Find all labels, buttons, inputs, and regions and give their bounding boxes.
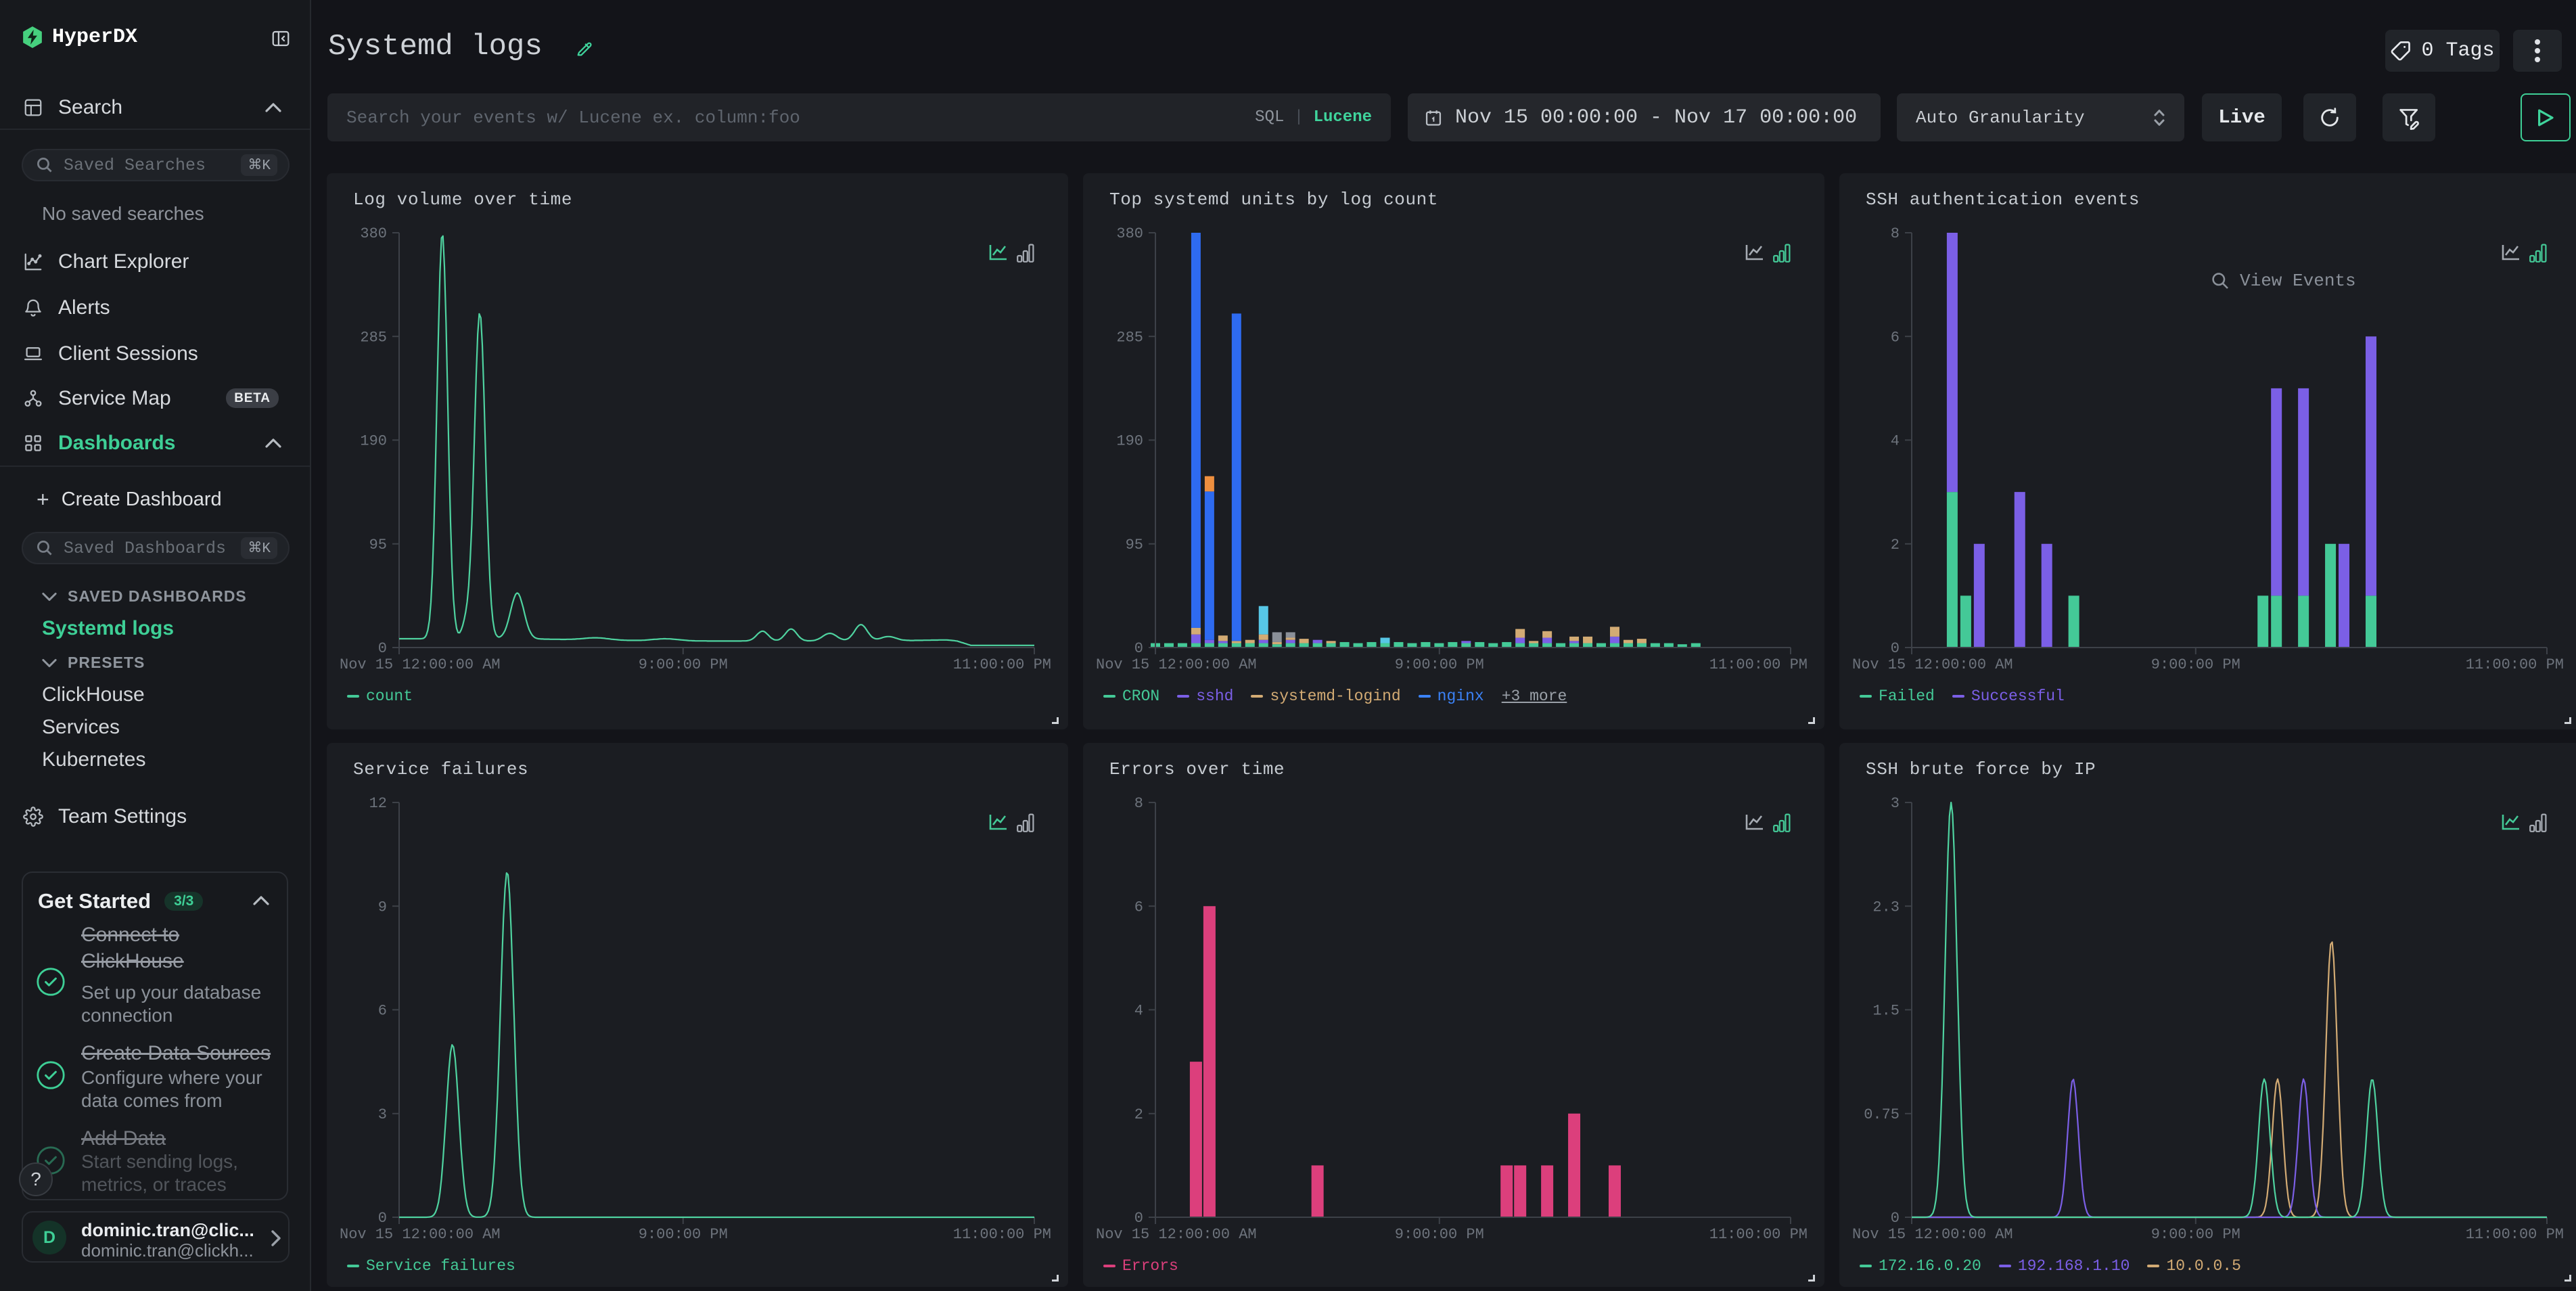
svg-text:285: 285 (1116, 329, 1143, 346)
svg-text:2: 2 (1134, 1106, 1143, 1123)
svg-text:9: 9 (378, 899, 387, 915)
svg-text:12: 12 (369, 795, 387, 812)
svg-text:Nov 15 12:00:00 AM: Nov 15 12:00:00 AM (340, 1226, 501, 1243)
svg-text:8: 8 (1134, 795, 1143, 812)
svg-text:11:00:00 PM: 11:00:00 PM (953, 656, 1051, 673)
svg-text:9:00:00 PM: 9:00:00 PM (1395, 656, 1484, 673)
svg-text:6: 6 (1891, 329, 1900, 346)
svg-text:0: 0 (1134, 1210, 1143, 1227)
svg-text:380: 380 (1116, 225, 1143, 242)
svg-text:0: 0 (1891, 640, 1900, 657)
svg-text:11:00:00 PM: 11:00:00 PM (2466, 656, 2564, 673)
svg-text:9:00:00 PM: 9:00:00 PM (1395, 1226, 1484, 1243)
svg-text:3: 3 (378, 1106, 387, 1123)
svg-text:11:00:00 PM: 11:00:00 PM (2466, 1226, 2564, 1243)
svg-text:9:00:00 PM: 9:00:00 PM (639, 1226, 728, 1243)
svg-text:0: 0 (378, 640, 387, 657)
svg-text:Nov 15 12:00:00 AM: Nov 15 12:00:00 AM (340, 656, 501, 673)
svg-text:9:00:00 PM: 9:00:00 PM (639, 656, 728, 673)
svg-text:4: 4 (1891, 433, 1900, 450)
svg-text:9:00:00 PM: 9:00:00 PM (2151, 656, 2240, 673)
svg-text:285: 285 (360, 329, 387, 346)
svg-text:6: 6 (378, 1003, 387, 1020)
svg-text:11:00:00 PM: 11:00:00 PM (1709, 1226, 1808, 1243)
svg-text:190: 190 (360, 433, 387, 450)
svg-text:6: 6 (1134, 899, 1143, 915)
svg-text:95: 95 (1126, 537, 1143, 553)
svg-text:380: 380 (360, 225, 387, 242)
svg-text:190: 190 (1116, 433, 1143, 450)
svg-text:Nov 15 12:00:00 AM: Nov 15 12:00:00 AM (1852, 656, 2013, 673)
svg-text:4: 4 (1134, 1003, 1143, 1020)
svg-text:Nov 15 12:00:00 AM: Nov 15 12:00:00 AM (1096, 1226, 1257, 1243)
svg-text:2.3: 2.3 (1872, 899, 1900, 915)
svg-text:0.75: 0.75 (1864, 1106, 1900, 1123)
svg-text:Nov 15 12:00:00 AM: Nov 15 12:00:00 AM (1852, 1226, 2013, 1243)
svg-text:0: 0 (1134, 640, 1143, 657)
svg-text:2: 2 (1891, 537, 1900, 553)
svg-text:3: 3 (1891, 795, 1900, 812)
svg-text:Nov 15 12:00:00 AM: Nov 15 12:00:00 AM (1096, 656, 1257, 673)
svg-text:1.5: 1.5 (1872, 1003, 1900, 1020)
svg-text:9:00:00 PM: 9:00:00 PM (2151, 1226, 2240, 1243)
svg-text:95: 95 (369, 537, 387, 553)
svg-text:0: 0 (1891, 1210, 1900, 1227)
svg-text:11:00:00 PM: 11:00:00 PM (953, 1226, 1051, 1243)
svg-text:8: 8 (1891, 225, 1900, 242)
svg-text:0: 0 (378, 1210, 387, 1227)
svg-text:11:00:00 PM: 11:00:00 PM (1709, 656, 1808, 673)
